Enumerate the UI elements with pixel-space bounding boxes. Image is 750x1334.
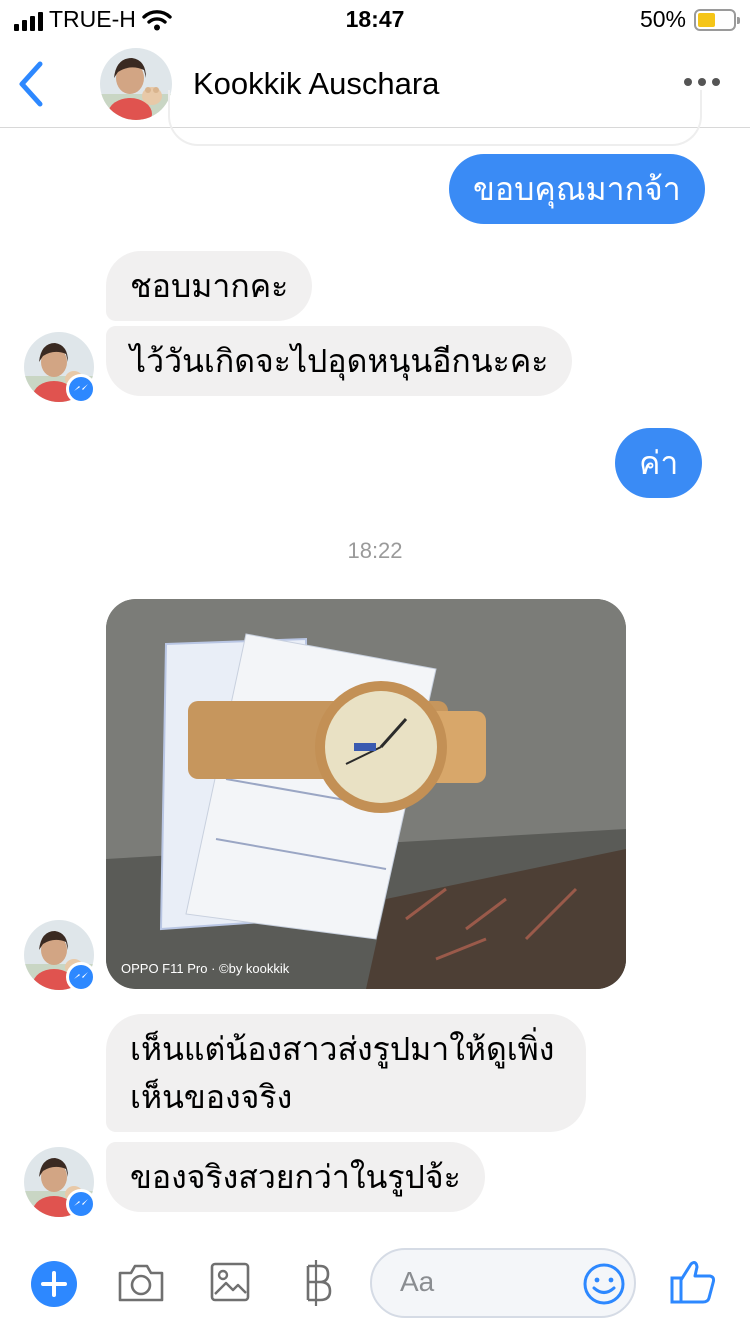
messenger-badge-icon: [66, 962, 96, 992]
message-incoming[interactable]: ชอบมากคะ: [106, 251, 313, 321]
battery-group: 50%: [639, 6, 740, 33]
message-outgoing[interactable]: ขอบคุณมากจ้า: [449, 154, 705, 224]
message-input[interactable]: Aa: [370, 1248, 636, 1318]
message-incoming[interactable]: ไว้วันเกิดจะไปอุดหนุนอีกนะคะ: [106, 326, 573, 396]
message-incoming[interactable]: ของจริงสวยกว่าในรูปจ้ะ: [106, 1142, 485, 1212]
emoji-icon[interactable]: [582, 1262, 626, 1306]
messenger-badge-icon: [66, 374, 96, 404]
plus-icon[interactable]: [30, 1260, 78, 1308]
message-line: เห็นของจริง: [130, 1079, 293, 1115]
camera-icon[interactable]: [116, 1262, 166, 1304]
battery-icon: [694, 8, 740, 31]
gallery-icon[interactable]: [210, 1262, 250, 1302]
contact-avatar[interactable]: [100, 48, 172, 120]
chevron-left-icon[interactable]: [14, 60, 54, 108]
message-composer: Aa: [0, 1230, 750, 1334]
previous-message-edge: [168, 90, 702, 146]
photo-message[interactable]: OPPO F11 Pro · ©by kookkik: [106, 599, 626, 989]
ellipsis-icon[interactable]: [684, 78, 720, 86]
message-line: เห็นแต่น้องสาวส่งรูปมาให้ดูเพิ่ง: [130, 1031, 555, 1067]
status-bar: TRUE-H 18:47 50%: [0, 0, 750, 40]
messenger-badge-icon: [66, 1189, 96, 1219]
message-outgoing[interactable]: ค่า: [615, 428, 703, 498]
watch-photo: [106, 599, 626, 989]
status-time: 18:47: [345, 6, 405, 32]
message-incoming[interactable]: เห็นแต่น้องสาวส่งรูปมาให้ดูเพิ่ง เห็นของ…: [106, 1014, 586, 1132]
baht-icon[interactable]: [300, 1258, 334, 1308]
thumbs-up-icon[interactable]: [668, 1258, 718, 1306]
battery-percent: 50%: [639, 6, 686, 32]
message-timestamp: 18:22: [347, 538, 403, 563]
input-placeholder: Aa: [400, 1266, 435, 1297]
photo-watermark: OPPO F11 Pro · ©by kookkik: [121, 961, 290, 976]
